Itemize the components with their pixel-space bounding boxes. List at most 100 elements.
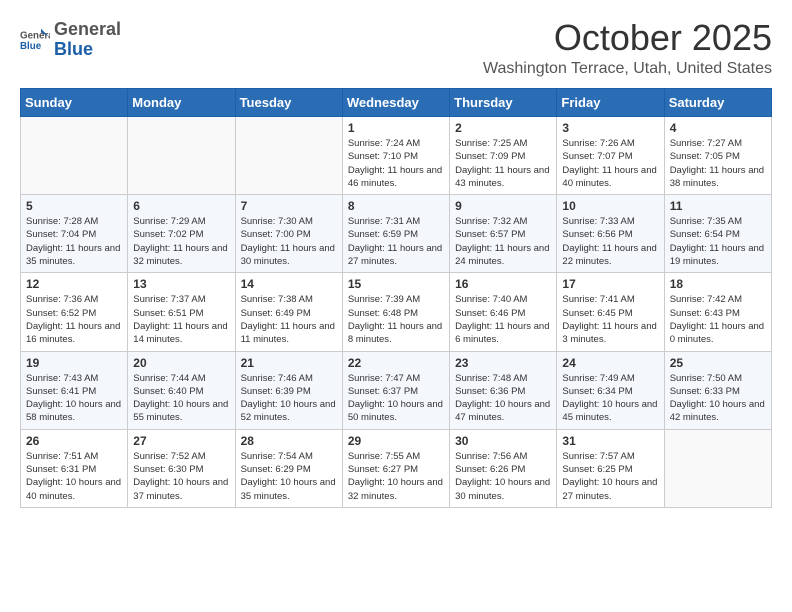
day-number: 16	[455, 277, 551, 291]
logo-text: GeneralBlue	[54, 20, 121, 60]
calendar-table: SundayMondayTuesdayWednesdayThursdayFrid…	[20, 88, 772, 508]
day-info: Sunrise: 7:28 AM Sunset: 7:04 PM Dayligh…	[26, 215, 122, 268]
logo: General Blue GeneralBlue	[20, 20, 121, 60]
day-info: Sunrise: 7:31 AM Sunset: 6:59 PM Dayligh…	[348, 215, 444, 268]
day-number: 9	[455, 199, 551, 213]
day-info: Sunrise: 7:48 AM Sunset: 6:36 PM Dayligh…	[455, 372, 551, 425]
day-number: 22	[348, 356, 444, 370]
calendar-header-saturday: Saturday	[664, 89, 771, 117]
calendar-cell: 25 Sunrise: 7:50 AM Sunset: 6:33 PM Dayli…	[664, 351, 771, 429]
day-number: 21	[241, 356, 337, 370]
day-info: Sunrise: 7:42 AM Sunset: 6:43 PM Dayligh…	[670, 293, 766, 346]
calendar-cell: 23 Sunrise: 7:48 AM Sunset: 6:36 PM Dayli…	[450, 351, 557, 429]
day-info: Sunrise: 7:49 AM Sunset: 6:34 PM Dayligh…	[562, 372, 658, 425]
day-number: 14	[241, 277, 337, 291]
calendar-cell: 17Sunrise: 7:41 AM Sunset: 6:45 PM Dayli…	[557, 273, 664, 351]
calendar-cell: 7Sunrise: 7:30 AM Sunset: 7:00 PM Daylig…	[235, 195, 342, 273]
day-number: 28	[241, 434, 337, 448]
calendar-cell: 27 Sunrise: 7:52 AM Sunset: 6:30 PM Dayli…	[128, 429, 235, 507]
day-number: 6	[133, 199, 229, 213]
calendar-week-1: 1Sunrise: 7:24 AM Sunset: 7:10 PM Daylig…	[21, 117, 772, 195]
day-number: 10	[562, 199, 658, 213]
calendar-cell: 11Sunrise: 7:35 AM Sunset: 6:54 PM Dayli…	[664, 195, 771, 273]
title-section: October 2025 Washington Terrace, Utah, U…	[483, 20, 772, 78]
day-number: 1	[348, 121, 444, 135]
calendar-cell: 6 Sunrise: 7:29 AM Sunset: 7:02 PM Daylig…	[128, 195, 235, 273]
day-info: Sunrise: 7:27 AM Sunset: 7:05 PM Dayligh…	[670, 137, 766, 190]
day-info: Sunrise: 7:56 AM Sunset: 6:26 PM Dayligh…	[455, 450, 551, 503]
calendar-header-friday: Friday	[557, 89, 664, 117]
day-info: Sunrise: 7:35 AM Sunset: 6:54 PM Dayligh…	[670, 215, 766, 268]
calendar-week-2: 5 Sunrise: 7:28 AM Sunset: 7:04 PM Daylig…	[21, 195, 772, 273]
day-number: 24	[562, 356, 658, 370]
day-info: Sunrise: 7:33 AM Sunset: 6:56 PM Dayligh…	[562, 215, 658, 268]
calendar-cell: 16 Sunrise: 7:40 AM Sunset: 6:46 PM Dayli…	[450, 273, 557, 351]
day-number: 4	[670, 121, 766, 135]
day-info: Sunrise: 7:39 AM Sunset: 6:48 PM Dayligh…	[348, 293, 444, 346]
calendar-cell: 21 Sunrise: 7:46 AM Sunset: 6:39 PM Dayli…	[235, 351, 342, 429]
calendar-cell: 31 Sunrise: 7:57 AM Sunset: 6:25 PM Dayli…	[557, 429, 664, 507]
calendar-cell: 1Sunrise: 7:24 AM Sunset: 7:10 PM Daylig…	[342, 117, 449, 195]
day-info: Sunrise: 7:52 AM Sunset: 6:30 PM Dayligh…	[133, 450, 229, 503]
day-number: 15	[348, 277, 444, 291]
day-number: 19	[26, 356, 122, 370]
calendar-week-5: 26 Sunrise: 7:51 AM Sunset: 6:31 PM Dayli…	[21, 429, 772, 507]
calendar-cell	[128, 117, 235, 195]
calendar-header-monday: Monday	[128, 89, 235, 117]
calendar-week-3: 12Sunrise: 7:36 AM Sunset: 6:52 PM Dayli…	[21, 273, 772, 351]
day-info: Sunrise: 7:37 AM Sunset: 6:51 PM Dayligh…	[133, 293, 229, 346]
logo-icon: General Blue	[20, 25, 50, 55]
calendar-cell	[664, 429, 771, 507]
day-number: 3	[562, 121, 658, 135]
day-number: 26	[26, 434, 122, 448]
calendar-cell: 26 Sunrise: 7:51 AM Sunset: 6:31 PM Dayli…	[21, 429, 128, 507]
calendar-cell	[21, 117, 128, 195]
svg-text:Blue: Blue	[20, 41, 42, 52]
calendar-header-tuesday: Tuesday	[235, 89, 342, 117]
day-number: 20	[133, 356, 229, 370]
day-info: Sunrise: 7:51 AM Sunset: 6:31 PM Dayligh…	[26, 450, 122, 503]
calendar-cell: 13 Sunrise: 7:37 AM Sunset: 6:51 PM Dayli…	[128, 273, 235, 351]
day-info: Sunrise: 7:26 AM Sunset: 7:07 PM Dayligh…	[562, 137, 658, 190]
calendar-cell: 24 Sunrise: 7:49 AM Sunset: 6:34 PM Dayli…	[557, 351, 664, 429]
calendar-cell: 30Sunrise: 7:56 AM Sunset: 6:26 PM Dayli…	[450, 429, 557, 507]
day-info: Sunrise: 7:55 AM Sunset: 6:27 PM Dayligh…	[348, 450, 444, 503]
day-info: Sunrise: 7:41 AM Sunset: 6:45 PM Dayligh…	[562, 293, 658, 346]
calendar-header-sunday: Sunday	[21, 89, 128, 117]
calendar-cell: 15 Sunrise: 7:39 AM Sunset: 6:48 PM Dayli…	[342, 273, 449, 351]
day-info: Sunrise: 7:50 AM Sunset: 6:33 PM Dayligh…	[670, 372, 766, 425]
location-title: Washington Terrace, Utah, United States	[483, 60, 772, 78]
day-number: 8	[348, 199, 444, 213]
day-info: Sunrise: 7:30 AM Sunset: 7:00 PM Dayligh…	[241, 215, 337, 268]
day-info: Sunrise: 7:25 AM Sunset: 7:09 PM Dayligh…	[455, 137, 551, 190]
month-title: October 2025	[483, 20, 772, 56]
calendar-cell: 19 Sunrise: 7:43 AM Sunset: 6:41 PM Dayli…	[21, 351, 128, 429]
day-number: 27	[133, 434, 229, 448]
day-number: 2	[455, 121, 551, 135]
calendar-cell: 22Sunrise: 7:47 AM Sunset: 6:37 PM Dayli…	[342, 351, 449, 429]
day-number: 12	[26, 277, 122, 291]
day-info: Sunrise: 7:44 AM Sunset: 6:40 PM Dayligh…	[133, 372, 229, 425]
day-number: 13	[133, 277, 229, 291]
calendar-cell	[235, 117, 342, 195]
day-info: Sunrise: 7:54 AM Sunset: 6:29 PM Dayligh…	[241, 450, 337, 503]
calendar-week-4: 19 Sunrise: 7:43 AM Sunset: 6:41 PM Dayli…	[21, 351, 772, 429]
day-number: 25	[670, 356, 766, 370]
day-info: Sunrise: 7:57 AM Sunset: 6:25 PM Dayligh…	[562, 450, 658, 503]
page-header: General Blue GeneralBlue October 2025 Wa…	[20, 20, 772, 78]
calendar-cell: 9Sunrise: 7:32 AM Sunset: 6:57 PM Daylig…	[450, 195, 557, 273]
calendar-header-thursday: Thursday	[450, 89, 557, 117]
calendar-cell: 12Sunrise: 7:36 AM Sunset: 6:52 PM Dayli…	[21, 273, 128, 351]
day-info: Sunrise: 7:46 AM Sunset: 6:39 PM Dayligh…	[241, 372, 337, 425]
day-number: 31	[562, 434, 658, 448]
day-number: 5	[26, 199, 122, 213]
day-info: Sunrise: 7:40 AM Sunset: 6:46 PM Dayligh…	[455, 293, 551, 346]
calendar-cell: 8 Sunrise: 7:31 AM Sunset: 6:59 PM Daylig…	[342, 195, 449, 273]
day-number: 23	[455, 356, 551, 370]
svg-text:General: General	[20, 30, 50, 41]
calendar-cell: 10 Sunrise: 7:33 AM Sunset: 6:56 PM Dayli…	[557, 195, 664, 273]
day-info: Sunrise: 7:43 AM Sunset: 6:41 PM Dayligh…	[26, 372, 122, 425]
day-info: Sunrise: 7:29 AM Sunset: 7:02 PM Dayligh…	[133, 215, 229, 268]
calendar-cell: 29Sunrise: 7:55 AM Sunset: 6:27 PM Dayli…	[342, 429, 449, 507]
calendar-cell: 18Sunrise: 7:42 AM Sunset: 6:43 PM Dayli…	[664, 273, 771, 351]
